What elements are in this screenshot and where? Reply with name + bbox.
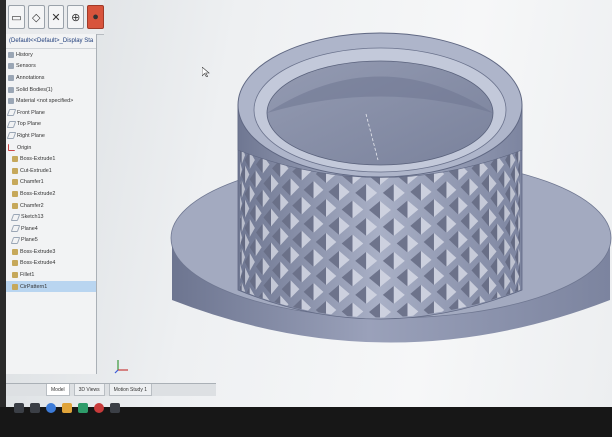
feature-icon — [12, 167, 18, 174]
tree-item-label: CirPattern1 — [20, 283, 48, 290]
tree-item[interactable]: Chamfer2 — [6, 200, 96, 212]
tree-item-label: Boss-Extrude4 — [20, 260, 56, 267]
tree-item-label: Front Plane — [17, 109, 45, 116]
plane-icon — [6, 109, 17, 117]
tree-item[interactable]: Cut-Extrude1 — [6, 165, 96, 177]
windows-taskbar — [6, 399, 214, 417]
file-explorer-icon[interactable] — [62, 403, 72, 413]
feature-icon — [12, 260, 18, 267]
plane-icon — [10, 225, 21, 233]
tree-item[interactable]: Right Plane — [6, 130, 96, 142]
trim-icon[interactable]: ✕ — [47, 5, 65, 29]
tree-item[interactable]: Front Plane — [6, 107, 96, 119]
feature-icon — [12, 272, 18, 279]
sensor-icon — [8, 63, 14, 70]
app-icon[interactable] — [110, 403, 120, 413]
tab-model[interactable]: Model — [46, 384, 70, 396]
feature-icon — [12, 190, 18, 197]
tree-item[interactable]: Chamfer1 — [6, 177, 96, 189]
solidworks-icon[interactable] — [94, 403, 104, 413]
feature-icon — [12, 202, 18, 209]
plane-icon — [10, 236, 21, 244]
tree-item[interactable]: Solid Bodies(1) — [6, 84, 96, 96]
tree-item[interactable]: Plane5 — [6, 235, 96, 247]
feature-icon — [12, 179, 18, 186]
tree-item-label: Right Plane — [17, 132, 45, 139]
configuration-title[interactable]: (Default<<Default>_Display Sta — [6, 34, 96, 49]
tree-item[interactable]: Fillet1 — [6, 269, 96, 281]
tree-item[interactable]: CirPattern1 — [6, 280, 96, 293]
mouse-cursor-icon — [202, 67, 210, 77]
cad-screen: ▭ ◇ ✕ ⊕ ● (Default<<Default>_Display Sta… — [0, 0, 612, 437]
origin-icon — [8, 144, 15, 152]
solid-body-icon — [8, 86, 14, 93]
origin-icon[interactable]: ⊕ — [67, 5, 85, 29]
view-triad-icon — [114, 360, 128, 374]
feature-manager-tree: (Default<<Default>_Display Sta History Se… — [6, 34, 97, 374]
browser-icon[interactable] — [46, 403, 56, 413]
graphics-viewport[interactable] — [96, 0, 612, 400]
tree-item-label: Fillet1 — [20, 272, 35, 279]
tree-item-label: Solid Bodies(1) — [16, 86, 53, 93]
tree-item[interactable]: Boss-Extrude2 — [6, 188, 96, 200]
smart-dimension-icon[interactable]: ◇ — [27, 5, 45, 29]
tree-item-label: Plane5 — [21, 237, 38, 244]
tree-item-label: Annotations — [16, 74, 45, 81]
tree-item[interactable]: Sensors — [6, 61, 96, 73]
tree-item-label: Top Plane — [17, 121, 41, 128]
annotation-icon — [8, 74, 14, 81]
tree-item-label: Chamfer2 — [20, 202, 44, 209]
app-icon[interactable] — [78, 403, 88, 413]
tree-item[interactable]: Sketch13 — [6, 211, 96, 223]
tree-item[interactable]: Plane4 — [6, 223, 96, 235]
tree-item-label: Origin — [17, 144, 32, 151]
tree-item-label: Material <not specified> — [16, 98, 74, 105]
tree-item-label: Boss-Extrude2 — [20, 190, 56, 197]
feature-icon — [12, 248, 18, 255]
windows-start-icon[interactable] — [14, 403, 24, 413]
tree-item[interactable]: Boss-Extrude4 — [6, 258, 96, 270]
feature-icon — [12, 156, 18, 163]
tree-item-label: History — [16, 51, 33, 58]
tree-item-label: Plane4 — [21, 225, 38, 232]
tree-item[interactable]: Annotations — [6, 72, 96, 84]
history-icon — [8, 51, 14, 58]
command-toolbar: ▭ ◇ ✕ ⊕ ● — [6, 0, 104, 35]
pattern-icon — [12, 283, 18, 290]
tree-item-label: Chamfer1 — [20, 179, 44, 186]
search-icon[interactable] — [30, 403, 40, 413]
tree-item[interactable]: Boss-Extrude3 — [6, 246, 96, 258]
tree-item[interactable]: History — [6, 49, 96, 61]
material-icon — [8, 98, 14, 105]
tree-item-label: Boss-Extrude1 — [20, 156, 56, 163]
sketch-icon — [10, 213, 21, 221]
tree-item[interactable]: Material <not specified> — [6, 95, 96, 107]
tree-item[interactable]: Boss-Extrude1 — [6, 153, 96, 165]
tree-item-label: Cut-Extrude1 — [20, 167, 52, 174]
plane-icon — [6, 120, 17, 128]
tree-item-label: Sensors — [16, 63, 36, 70]
tree-item[interactable]: Origin — [6, 142, 96, 154]
tree-item-label: Boss-Extrude3 — [20, 248, 56, 255]
plane-icon — [6, 132, 17, 140]
tree-item-label: Sketch13 — [21, 214, 44, 221]
tree-item[interactable]: Top Plane — [6, 119, 96, 131]
sketch-icon[interactable]: ▭ — [8, 5, 25, 29]
